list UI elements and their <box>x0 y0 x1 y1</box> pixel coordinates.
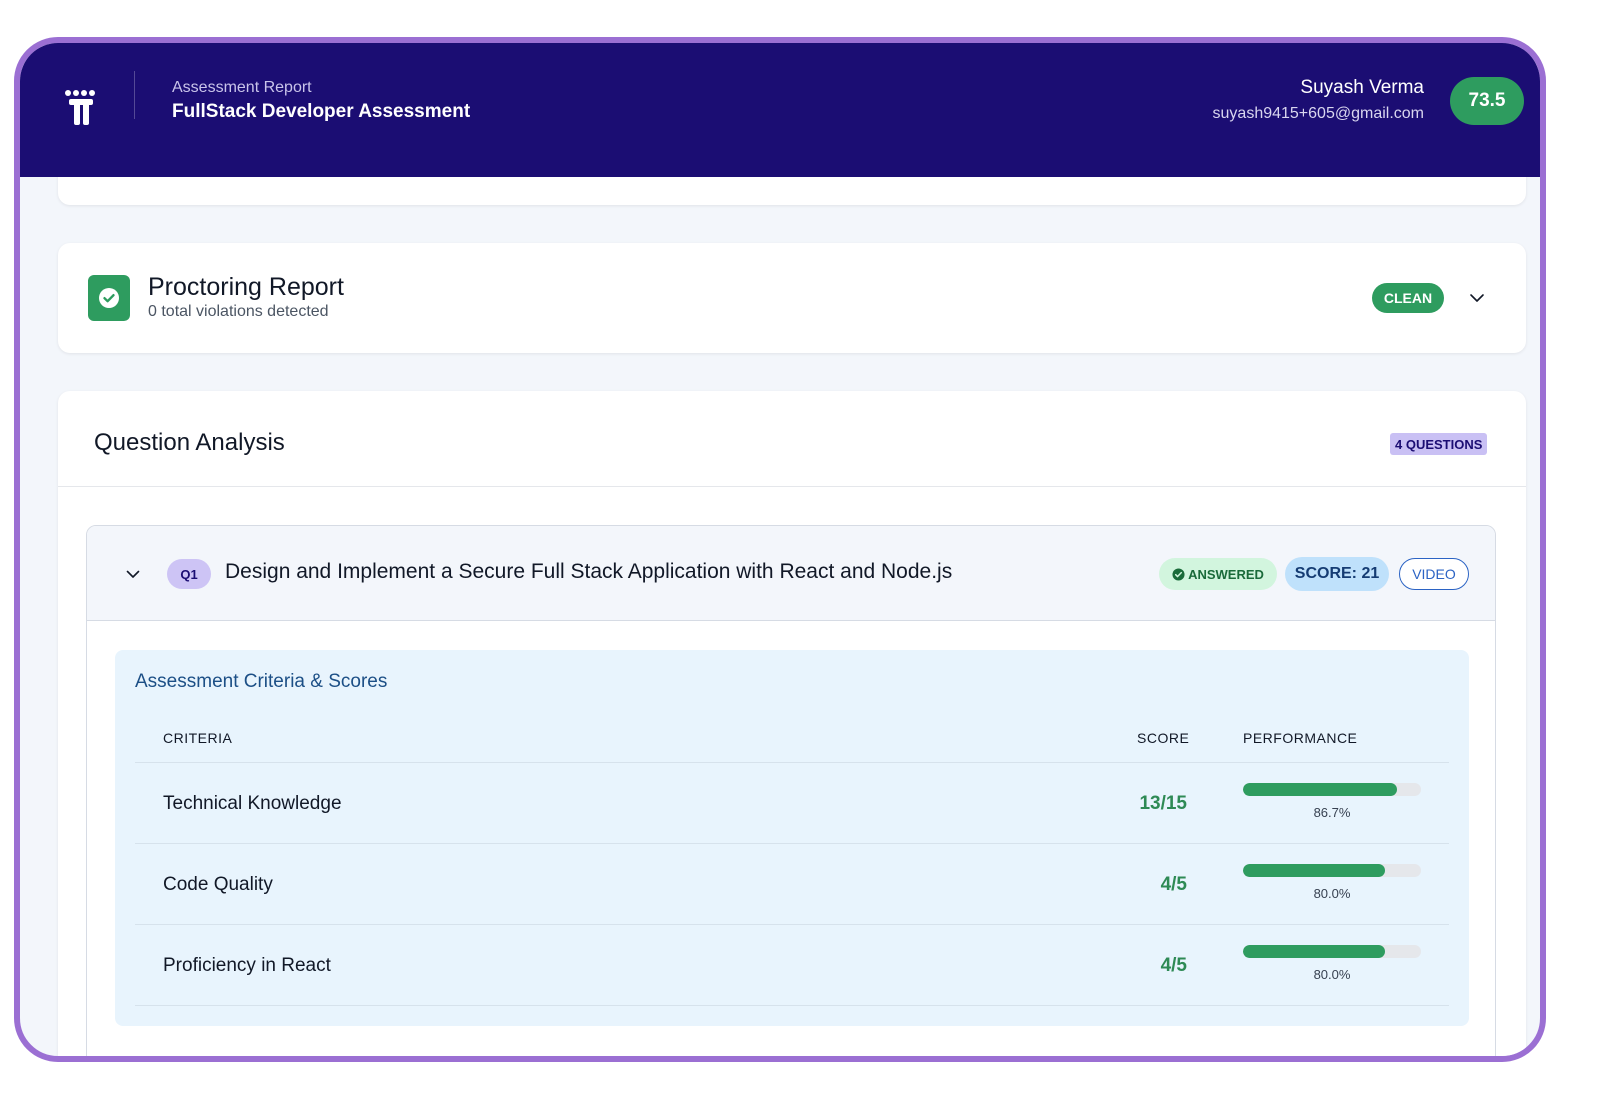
criteria-score: 4/5 <box>1160 874 1187 895</box>
section-divider <box>58 486 1526 487</box>
violations-summary: 0 total violations detected <box>148 303 329 320</box>
proctoring-status-badge: CLEAN <box>1372 283 1444 313</box>
check-circle-icon <box>88 275 130 321</box>
performance-bar-fill <box>1243 864 1386 877</box>
performance-percent: 80.0% <box>1313 967 1351 982</box>
criteria-name: Proficiency in React <box>163 955 331 976</box>
criteria-score: 4/5 <box>1160 955 1187 976</box>
criteria-name: Code Quality <box>163 874 273 895</box>
question-item: Q1 Design and Implement a Secure Full St… <box>86 525 1496 1056</box>
answered-badge: ANSWERED <box>1159 558 1277 590</box>
video-button[interactable]: VIDEO <box>1399 558 1469 590</box>
report-type-label: Assessment Report <box>172 79 312 96</box>
proctoring-card[interactable]: Proctoring Report 0 total violations det… <box>58 243 1526 353</box>
chevron-down-icon[interactable] <box>125 566 141 582</box>
check-circle-icon <box>1172 567 1185 581</box>
performance-bar <box>1243 864 1421 877</box>
question-count-badge: 4 QUESTIONS <box>1390 433 1488 455</box>
question-title: Design and Implement a Secure Full Stack… <box>225 560 953 583</box>
candidate-name: Suyash Verma <box>1300 77 1424 98</box>
question-header[interactable]: Q1 Design and Implement a Secure Full St… <box>87 526 1495 621</box>
criteria-name: Technical Knowledge <box>163 793 342 814</box>
performance-bar-fill <box>1243 783 1398 796</box>
performance-percent: 86.7% <box>1313 805 1351 820</box>
chevron-down-icon[interactable] <box>1468 289 1486 307</box>
proctoring-title: Proctoring Report <box>148 273 344 301</box>
criteria-row: Technical Knowledge 13/15 86.7% <box>135 763 1449 844</box>
column-header-score: SCORE <box>1137 730 1190 746</box>
overall-score-badge: 73.5 <box>1450 77 1524 125</box>
criteria-panel-title: Assessment Criteria & Scores <box>135 671 388 692</box>
app-frame: Assessment Report FullStack Developer As… <box>14 37 1546 1062</box>
performance-bar <box>1243 783 1421 796</box>
question-analysis-card: Question Analysis 4 QUESTIONS Q1 Design … <box>58 391 1526 1056</box>
logo-icon <box>65 90 95 125</box>
performance-bar-fill <box>1243 945 1386 958</box>
criteria-row: Proficiency in React 4/5 80.0% <box>135 925 1449 1006</box>
question-analysis-title: Question Analysis <box>94 429 285 456</box>
report-header: Assessment Report FullStack Developer As… <box>20 43 1540 177</box>
criteria-score: 13/15 <box>1139 793 1187 814</box>
question-score-badge: SCORE: 21 <box>1285 557 1389 591</box>
question-number-tag: Q1 <box>167 559 211 589</box>
criteria-panel: Assessment Criteria & Scores CRITERIA SC… <box>115 650 1469 1026</box>
candidate-email: suyash9415+605@gmail.com <box>1212 105 1424 122</box>
assessment-title: FullStack Developer Assessment <box>172 101 471 122</box>
column-header-criteria: CRITERIA <box>163 730 233 746</box>
performance-percent: 80.0% <box>1313 886 1351 901</box>
performance-bar <box>1243 945 1421 958</box>
column-header-performance: PERFORMANCE <box>1243 730 1358 746</box>
answered-label: ANSWERED <box>1188 566 1264 582</box>
criteria-row: Code Quality 4/5 80.0% <box>135 844 1449 925</box>
header-divider <box>134 71 135 119</box>
